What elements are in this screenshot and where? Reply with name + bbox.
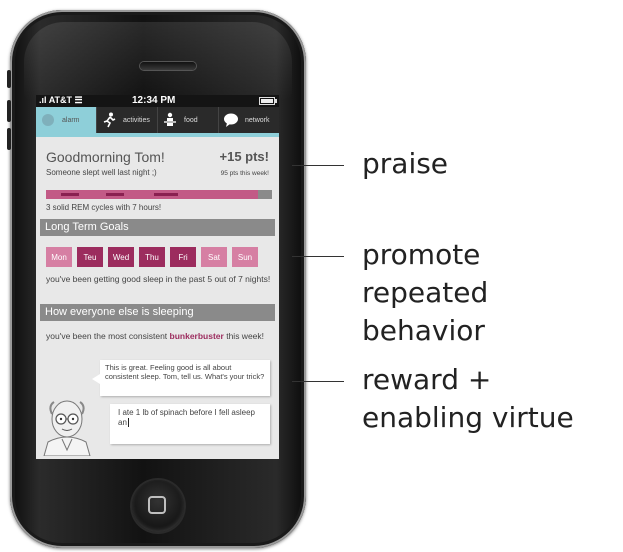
tab-activities[interactable]: activities xyxy=(96,107,157,133)
tab-alarm[interactable]: alarm xyxy=(36,107,96,133)
day-wed[interactable]: Wed xyxy=(108,247,134,267)
annotation-promote: promote xyxy=(362,238,481,271)
goal-summary: you've been getting good sleep in the pa… xyxy=(46,274,271,284)
points-earned: +15 pts! xyxy=(219,149,270,164)
rem-summary: 3 solid REM cycles with 7 hours! xyxy=(46,203,162,212)
status-bar: .ıl AT&T ☰ 12:34 PM xyxy=(36,95,279,107)
tab-network[interactable]: network xyxy=(218,107,279,133)
greeting-subtitle: Someone slept well last night ;) xyxy=(46,168,157,177)
consistency-text-end: this week! xyxy=(223,331,265,341)
others-sleeping-header: How everyone else is sleeping xyxy=(40,304,275,321)
reward-pointer-line xyxy=(292,381,344,382)
annotation-enabling-virtue: enabling virtue xyxy=(362,401,574,434)
tab-food[interactable]: food xyxy=(157,107,218,133)
weekday-goals: Mon Teu Wed Thu Fri Sat Sun xyxy=(46,247,258,267)
wifi-icon: ☰ xyxy=(74,95,83,105)
annotation-praise: praise xyxy=(362,147,449,180)
annotation-behavior: behavior xyxy=(362,314,485,347)
weekly-points: 95 pts this week! xyxy=(220,170,269,177)
coach-speech-bubble: This is great. Feeling good is all about… xyxy=(92,360,270,396)
long-term-goals-header: Long Term Goals xyxy=(40,219,275,236)
speech-bubble-icon xyxy=(224,113,238,127)
promote-pointer-line xyxy=(292,256,344,257)
consistency-message: you've been the most consistent bunkerbu… xyxy=(46,331,272,342)
tab-network-label: network xyxy=(245,117,270,124)
praise-pointer-line xyxy=(292,165,344,166)
carrier-name: AT&T xyxy=(48,95,73,105)
top-user-name[interactable]: bunkerbuster xyxy=(170,331,224,341)
rem-cycle-segment xyxy=(61,193,79,196)
annotation-reward: reward + xyxy=(362,363,492,396)
tab-bar: alarm activities food network xyxy=(36,107,279,133)
long-term-goals-title: Long Term Goals xyxy=(45,221,129,233)
coach-avatar xyxy=(43,400,91,456)
volume-up-button[interactable] xyxy=(7,100,11,122)
text-cursor xyxy=(127,418,129,427)
rem-cycle-segment xyxy=(154,193,178,196)
day-mon[interactable]: Mon xyxy=(46,247,72,267)
reply-input-value: I ate 1 lb of spinach before I fell asle… xyxy=(118,408,255,427)
others-sleeping-title: How everyone else is sleeping xyxy=(45,306,194,318)
tab-activities-label: activities xyxy=(123,117,150,124)
reply-input[interactable]: I ate 1 lb of spinach before I fell asle… xyxy=(110,404,270,444)
day-sat[interactable]: Sat xyxy=(201,247,227,267)
tab-food-label: food xyxy=(184,117,198,124)
tab-alarm-label: alarm xyxy=(62,117,80,124)
sleep-cycle-bar-end xyxy=(258,190,272,199)
phone-screen: .ıl AT&T ☰ 12:34 PM alarm activities foo… xyxy=(36,95,279,459)
home-square-icon xyxy=(148,496,166,514)
greeting-title: Goodmorning Tom! xyxy=(46,149,165,165)
mute-switch[interactable] xyxy=(7,70,11,88)
alarm-icon xyxy=(42,114,54,126)
home-button[interactable] xyxy=(132,480,184,532)
rem-cycle-segment xyxy=(106,193,124,196)
day-thu[interactable]: Thu xyxy=(139,247,165,267)
annotation-repeated: repeated xyxy=(362,276,489,309)
signal-bars-icon: .ıl xyxy=(39,95,47,105)
running-person-icon xyxy=(103,112,116,128)
day-tue[interactable]: Teu xyxy=(77,247,103,267)
clock: 12:34 PM xyxy=(132,95,176,106)
earpiece-speaker xyxy=(140,62,196,70)
consistency-text-start: you've been the most consistent xyxy=(46,331,170,341)
battery-icon xyxy=(259,97,277,105)
phone-gloss xyxy=(24,22,292,100)
day-sun[interactable]: Sun xyxy=(232,247,258,267)
accent-bar xyxy=(36,133,279,137)
volume-down-button[interactable] xyxy=(7,128,11,150)
person-eating-icon xyxy=(164,112,176,126)
carrier-label: .ıl AT&T ☰ xyxy=(39,95,83,106)
day-fri[interactable]: Fri xyxy=(170,247,196,267)
